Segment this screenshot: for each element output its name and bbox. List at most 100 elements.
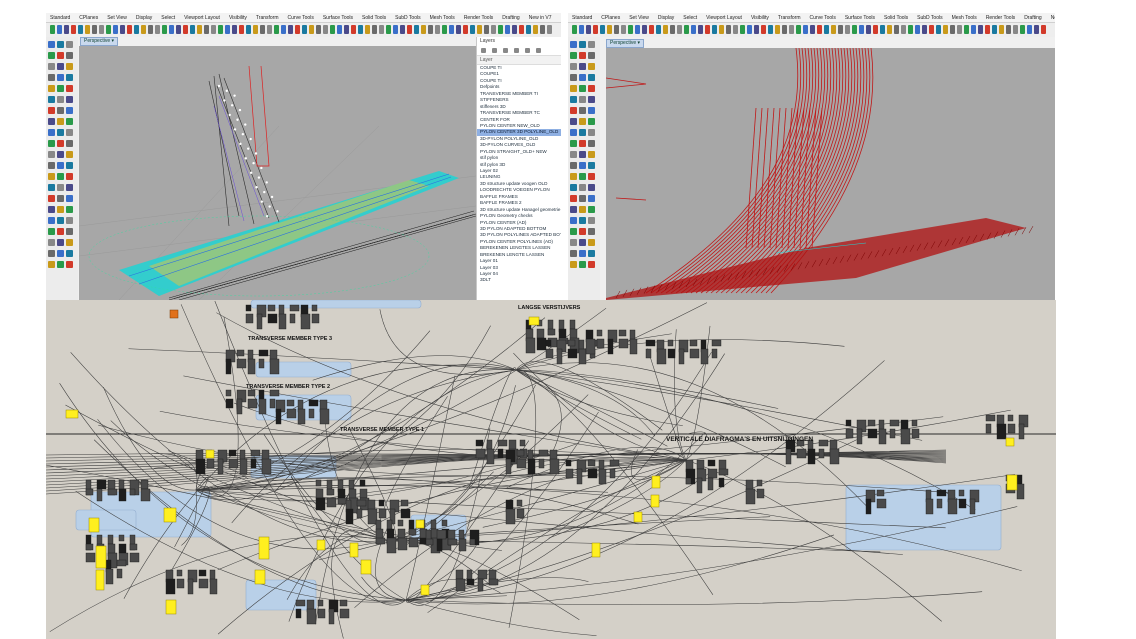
toolbar-button-icon[interactable] <box>106 25 111 34</box>
toolbar-button-icon[interactable] <box>547 25 552 34</box>
toolbar-button-icon[interactable] <box>838 25 843 34</box>
side-tool-icon[interactable] <box>588 250 595 257</box>
toolbar-button-icon[interactable] <box>253 25 258 34</box>
side-tool-icon[interactable] <box>66 217 73 224</box>
toolbar-button-icon[interactable] <box>845 25 850 34</box>
side-tool-icon[interactable] <box>579 85 586 92</box>
toolbar-button-icon[interactable] <box>1034 25 1039 34</box>
side-tool-icon[interactable] <box>588 261 595 268</box>
toolbar-tab[interactable]: New in V7 <box>529 15 552 21</box>
side-tool-icon[interactable] <box>48 261 55 268</box>
side-tool-icon[interactable] <box>48 239 55 246</box>
side-tool-icon[interactable] <box>579 41 586 48</box>
toolbar-button-icon[interactable] <box>775 25 780 34</box>
toolbar-button-icon[interactable] <box>803 25 808 34</box>
toolbar-tab[interactable]: Render Tools <box>986 15 1015 21</box>
side-tool-icon[interactable] <box>57 96 64 103</box>
side-tool-icon[interactable] <box>588 239 595 246</box>
toolbar-button-icon[interactable] <box>393 25 398 34</box>
side-tool-icon[interactable] <box>588 140 595 147</box>
side-tool-icon[interactable] <box>66 250 73 257</box>
toolbar-button-icon[interactable] <box>190 25 195 34</box>
side-tool-icon[interactable] <box>588 74 595 81</box>
toolbar-button-icon[interactable] <box>260 25 265 34</box>
toolbar-button-icon[interactable] <box>323 25 328 34</box>
side-tool-icon[interactable] <box>588 184 595 191</box>
toolbar-button-icon[interactable] <box>169 25 174 34</box>
side-tool-icon[interactable] <box>570 52 577 59</box>
side-tool-icon[interactable] <box>579 52 586 59</box>
side-tool-icon[interactable] <box>57 261 64 268</box>
toolbar-button-icon[interactable] <box>477 25 482 34</box>
toolbar-button-icon[interactable] <box>309 25 314 34</box>
layer-row[interactable]: LOODRECHTE VOEGEN PYLON <box>477 187 561 193</box>
side-tool-icon[interactable] <box>579 184 586 191</box>
toolbar-button-icon[interactable] <box>691 25 696 34</box>
toolbar-tab[interactable]: Standard <box>572 15 592 21</box>
toolbar-button-icon[interactable] <box>372 25 377 34</box>
toolbar-button-icon[interactable] <box>950 25 955 34</box>
toolbar-button-icon[interactable] <box>316 25 321 34</box>
side-tool-icon[interactable] <box>48 162 55 169</box>
side-tool-icon[interactable] <box>588 129 595 136</box>
toolbar-tab[interactable]: CPlanes <box>601 15 620 21</box>
toolbar-button-icon[interactable] <box>435 25 440 34</box>
side-tool-icon[interactable] <box>588 96 595 103</box>
side-tool-icon[interactable] <box>570 107 577 114</box>
toolbar-tab[interactable]: Curve Tools <box>810 15 836 21</box>
toolbar-button-icon[interactable] <box>670 25 675 34</box>
toolbar-button-icon[interactable] <box>365 25 370 34</box>
side-tool-icon[interactable] <box>579 140 586 147</box>
toolbar-tab[interactable]: Display <box>136 15 152 21</box>
side-tool-icon[interactable] <box>66 85 73 92</box>
side-tool-icon[interactable] <box>57 107 64 114</box>
toolbar-tab[interactable]: Set View <box>107 15 127 21</box>
side-tool-icon[interactable] <box>48 96 55 103</box>
side-tool-icon[interactable] <box>570 74 577 81</box>
side-tool-icon[interactable] <box>48 74 55 81</box>
toolbar-button-icon[interactable] <box>943 25 948 34</box>
toolbar-button-icon[interactable] <box>796 25 801 34</box>
toolbar-button-icon[interactable] <box>831 25 836 34</box>
side-tool-icon[interactable] <box>57 140 64 147</box>
side-tool-icon[interactable] <box>579 206 586 213</box>
toolbar-button-icon[interactable] <box>463 25 468 34</box>
side-tool-icon[interactable] <box>66 107 73 114</box>
toolbar-button-icon[interactable] <box>1020 25 1025 34</box>
toolbar-button-icon[interactable] <box>971 25 976 34</box>
toolbar-tab[interactable]: Transform <box>256 15 279 21</box>
side-tool-icon[interactable] <box>66 129 73 136</box>
side-tool-icon[interactable] <box>57 162 64 169</box>
toolbar-button-icon[interactable] <box>705 25 710 34</box>
side-tool-icon[interactable] <box>579 118 586 125</box>
side-tool-icon[interactable] <box>57 85 64 92</box>
side-tool-icon[interactable] <box>579 217 586 224</box>
side-tool-icon[interactable] <box>57 41 64 48</box>
toolbar-tab[interactable]: Visibility <box>229 15 247 21</box>
side-tool-icon[interactable] <box>570 173 577 180</box>
side-tool-icon[interactable] <box>570 63 577 70</box>
toolbar-tab[interactable]: Render Tools <box>464 15 493 21</box>
side-tool-icon[interactable] <box>66 96 73 103</box>
side-tool-icon[interactable] <box>579 173 586 180</box>
toolbar-button-icon[interactable] <box>540 25 545 34</box>
toolbar-button-icon[interactable] <box>351 25 356 34</box>
side-tool-icon[interactable] <box>588 41 595 48</box>
toolbar-button-icon[interactable] <box>586 25 591 34</box>
side-tool-icon[interactable] <box>48 228 55 235</box>
side-tool-icon[interactable] <box>570 118 577 125</box>
toolbar-button-icon[interactable] <box>901 25 906 34</box>
toolbar-tab[interactable]: Set View <box>629 15 649 21</box>
side-tool-icon[interactable] <box>570 217 577 224</box>
side-tool-icon[interactable] <box>48 173 55 180</box>
side-tool-icon[interactable] <box>570 96 577 103</box>
side-tool-icon[interactable] <box>48 184 55 191</box>
side-tool-icon[interactable] <box>570 195 577 202</box>
side-tool-icon[interactable] <box>570 151 577 158</box>
side-tool-icon[interactable] <box>588 217 595 224</box>
side-tool-icon[interactable] <box>588 195 595 202</box>
toolbar-button-icon[interactable] <box>197 25 202 34</box>
side-tool-icon[interactable] <box>66 151 73 158</box>
layer-row[interactable]: BEREKENEN LENGTES LASSEN <box>477 245 561 251</box>
side-tool-icon[interactable] <box>48 206 55 213</box>
